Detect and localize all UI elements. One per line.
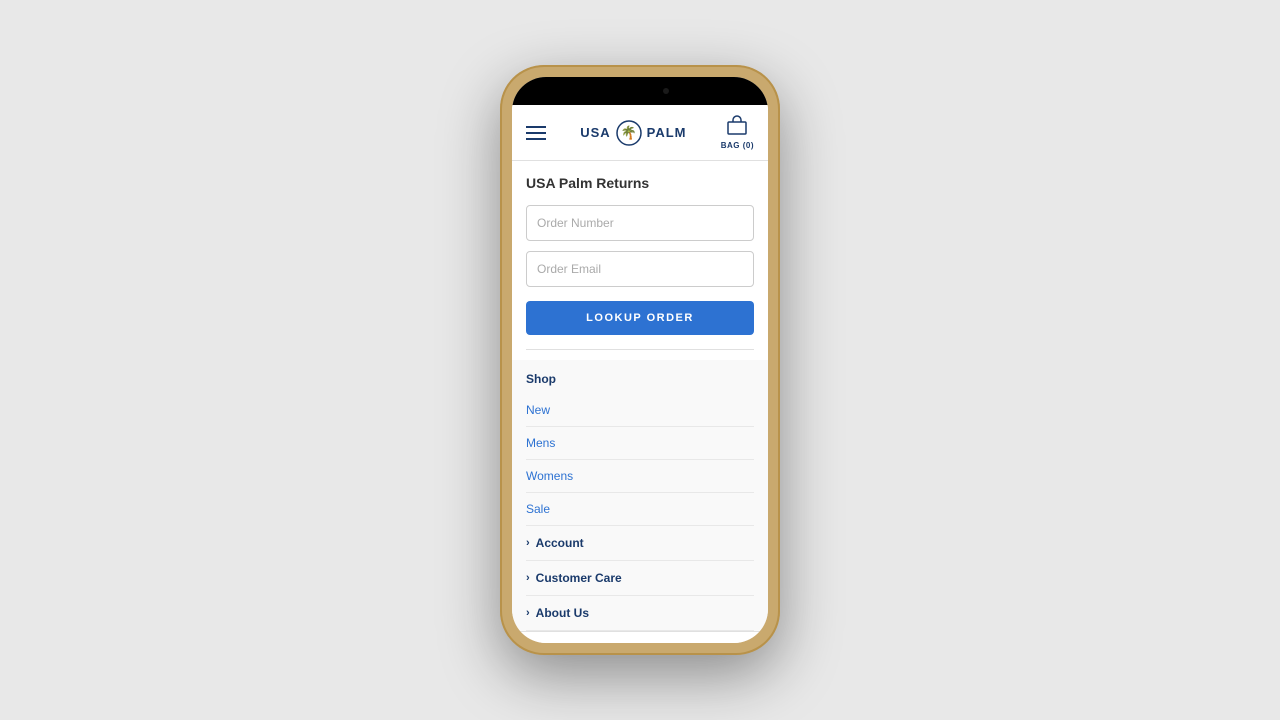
- notch-bar: [512, 77, 768, 105]
- shop-section-title: Shop: [526, 360, 754, 394]
- nav-section: Shop New Mens Womens Sale › Account: [512, 360, 768, 631]
- nav-item-sale-label: Sale: [526, 502, 550, 516]
- content-area: USA 🌴 PALM: [512, 105, 768, 643]
- nav-item-new[interactable]: New: [526, 394, 754, 427]
- notch: [595, 82, 685, 100]
- bag-label: BAG (0): [721, 141, 754, 150]
- svg-text:🌴: 🌴: [621, 125, 637, 140]
- lookup-order-button[interactable]: LOOKUP ORDER: [526, 301, 754, 335]
- nav-item-account-label: Account: [536, 536, 584, 550]
- nav-item-womens[interactable]: Womens: [526, 460, 754, 493]
- chevron-right-about-us: ›: [526, 607, 530, 619]
- camera-dot: [663, 88, 669, 94]
- order-email-input[interactable]: [526, 251, 754, 287]
- main-content: USA Palm Returns LOOKUP ORDER: [512, 161, 768, 360]
- page-title: USA Palm Returns: [526, 175, 754, 191]
- bag-button[interactable]: BAG (0): [721, 115, 754, 150]
- nav-item-about-us[interactable]: › About Us: [526, 596, 754, 631]
- chevron-right-account: ›: [526, 537, 530, 549]
- nav-item-account[interactable]: › Account: [526, 526, 754, 561]
- menu-button[interactable]: [526, 126, 546, 140]
- hamburger-line-2: [526, 132, 546, 134]
- logo-text-palm: PALM: [647, 125, 687, 140]
- bag-icon-wrapper: [726, 115, 748, 140]
- phone-screen: USA 🌴 PALM: [512, 77, 768, 643]
- nav-item-womens-label: Womens: [526, 469, 573, 483]
- nav-item-mens-label: Mens: [526, 436, 555, 450]
- email-signup-button[interactable]: EMAIL SIGNUP: [512, 631, 768, 643]
- logo[interactable]: USA 🌴 PALM: [580, 119, 686, 147]
- header: USA 🌴 PALM: [512, 105, 768, 161]
- nav-item-customer-care[interactable]: › Customer Care: [526, 561, 754, 596]
- hamburger-line-1: [526, 126, 546, 128]
- nav-item-sale[interactable]: Sale: [526, 493, 754, 526]
- logo-emblem: 🌴: [615, 119, 643, 147]
- phone-frame: USA 🌴 PALM: [500, 65, 780, 655]
- logo-text-usa: USA: [580, 125, 610, 140]
- nav-item-about-us-label: About Us: [536, 606, 589, 620]
- hamburger-line-3: [526, 138, 546, 140]
- order-number-input[interactable]: [526, 205, 754, 241]
- nav-item-new-label: New: [526, 403, 550, 417]
- nav-item-customer-care-label: Customer Care: [536, 571, 622, 585]
- chevron-right-customer-care: ›: [526, 572, 530, 584]
- nav-item-mens[interactable]: Mens: [526, 427, 754, 460]
- divider-1: [526, 349, 754, 350]
